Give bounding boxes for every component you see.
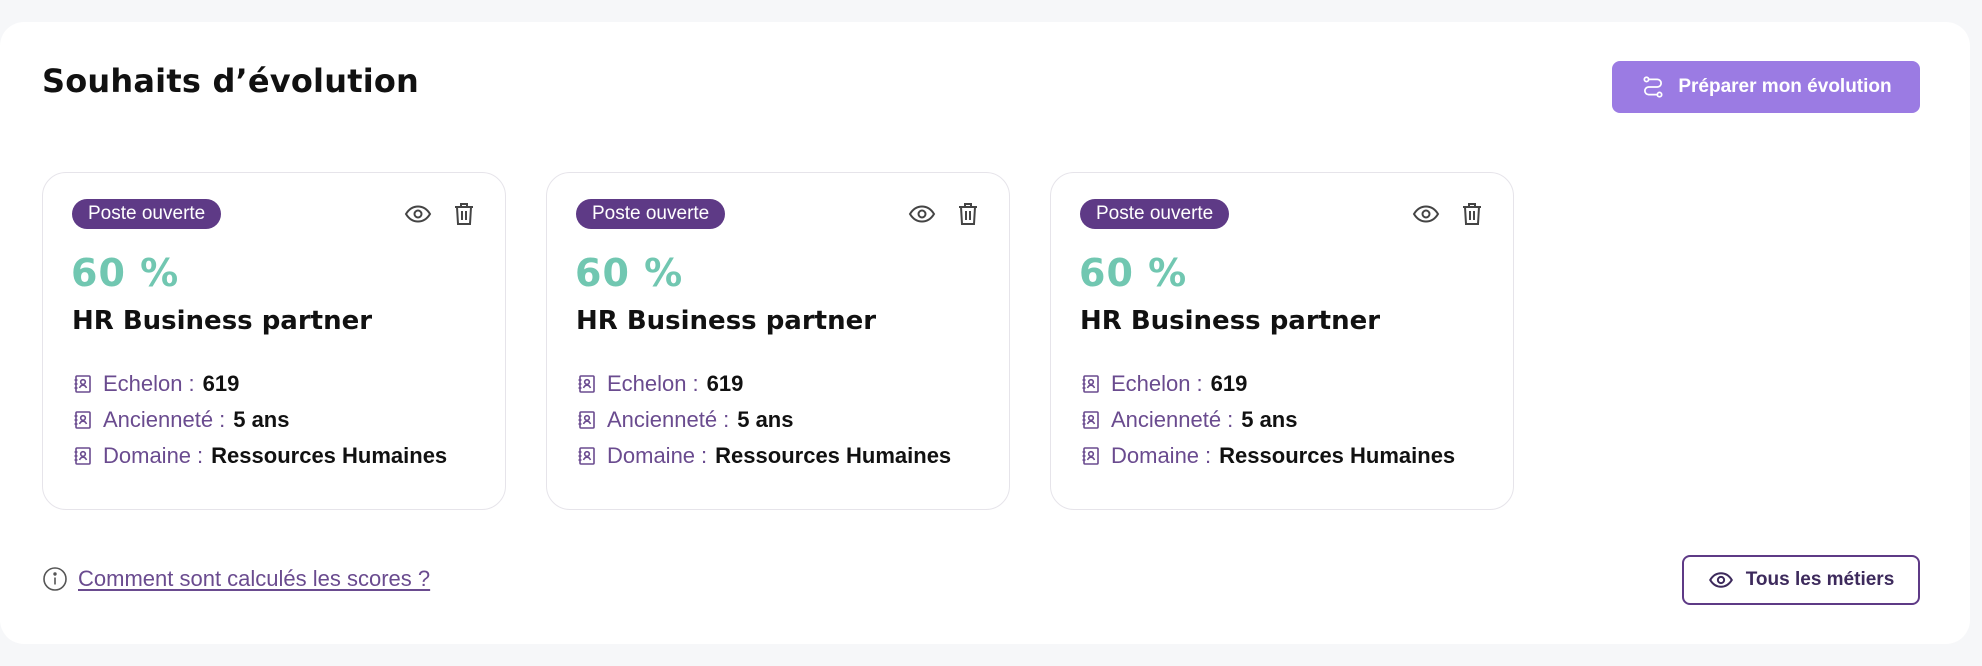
contact-book-icon (74, 411, 91, 429)
delete-button[interactable] (449, 199, 479, 229)
echelon-row: Echelon: 619 (73, 369, 239, 399)
evolution-card: Poste ouverte 60 % HR Business partner E… (546, 172, 1010, 510)
seniority-row: Ancienneté: 5 ans (73, 405, 289, 435)
trash-icon (455, 203, 473, 225)
field-label: Ancienneté (1111, 407, 1222, 432)
eye-icon (1412, 205, 1440, 223)
field-value: 5 ans (1241, 407, 1298, 432)
field-label: Ancienneté (103, 407, 214, 432)
evolution-card: Poste ouverte 60 % HR Business partner E… (42, 172, 506, 510)
section-title: Souhaits d’évolution (42, 62, 420, 100)
view-button[interactable] (1411, 199, 1441, 229)
field-value: 619 (1210, 371, 1248, 396)
contact-book-icon (74, 375, 91, 393)
field-value: 619 (706, 371, 744, 396)
status-badge: Poste ouverte (576, 199, 726, 229)
field-value: 5 ans (233, 407, 290, 432)
score-help-link[interactable]: Comment sont calculés les scores ? (78, 566, 430, 592)
contact-book-icon (578, 375, 595, 393)
field-label: Domaine (607, 443, 696, 468)
contact-book-icon (578, 411, 595, 429)
echelon-row: Echelon: 619 (1081, 369, 1247, 399)
prepare-evolution-button[interactable]: Préparer mon évolution (1612, 61, 1920, 113)
seniority-row: Ancienneté: 5 ans (577, 405, 793, 435)
match-score: 60 % (575, 251, 684, 295)
field-value: Ressources Humaines (1219, 443, 1456, 468)
status-badge: Poste ouverte (72, 199, 222, 229)
view-button[interactable] (403, 199, 433, 229)
field-label: Domaine (103, 443, 192, 468)
field-label: Echelon (607, 371, 687, 396)
seniority-row: Ancienneté: 5 ans (1081, 405, 1297, 435)
field-label: Echelon (103, 371, 183, 396)
trash-icon (1463, 203, 1481, 225)
job-title: HR Business partner (576, 306, 877, 336)
eye-icon (404, 205, 432, 223)
field-value: Ressources Humaines (715, 443, 952, 468)
field-label: Echelon (1111, 371, 1191, 396)
all-jobs-label: Tous les métiers (1745, 569, 1895, 590)
contact-book-icon (1082, 447, 1099, 465)
delete-button[interactable] (1457, 199, 1487, 229)
view-button[interactable] (907, 199, 937, 229)
domain-row: Domaine: Ressources Humaines (577, 441, 951, 471)
echelon-row: Echelon: 619 (577, 369, 743, 399)
delete-button[interactable] (953, 199, 983, 229)
match-score: 60 % (71, 251, 180, 295)
info-icon (43, 567, 67, 591)
field-value: 5 ans (737, 407, 794, 432)
trash-icon (959, 203, 977, 225)
score-help: Comment sont calculés les scores ? (42, 566, 430, 592)
job-title: HR Business partner (1080, 306, 1381, 336)
domain-row: Domaine: Ressources Humaines (1081, 441, 1455, 471)
field-label: Ancienneté (607, 407, 718, 432)
field-value: Ressources Humaines (211, 443, 448, 468)
eye-icon (908, 205, 936, 223)
status-badge: Poste ouverte (1080, 199, 1230, 229)
contact-book-icon (1082, 375, 1099, 393)
contact-book-icon (578, 447, 595, 465)
eye-icon (1708, 572, 1733, 588)
contact-book-icon (74, 447, 91, 465)
field-label: Domaine (1111, 443, 1200, 468)
all-jobs-button[interactable]: Tous les métiers (1682, 555, 1920, 605)
domain-row: Domaine: Ressources Humaines (73, 441, 447, 471)
contact-book-icon (1082, 411, 1099, 429)
route-icon (1643, 76, 1663, 98)
job-title: HR Business partner (72, 306, 373, 336)
match-score: 60 % (1079, 251, 1188, 295)
prepare-evolution-label: Préparer mon évolution (1678, 76, 1892, 97)
field-value: 619 (202, 371, 240, 396)
evolution-card: Poste ouverte 60 % HR Business partner E… (1050, 172, 1514, 510)
